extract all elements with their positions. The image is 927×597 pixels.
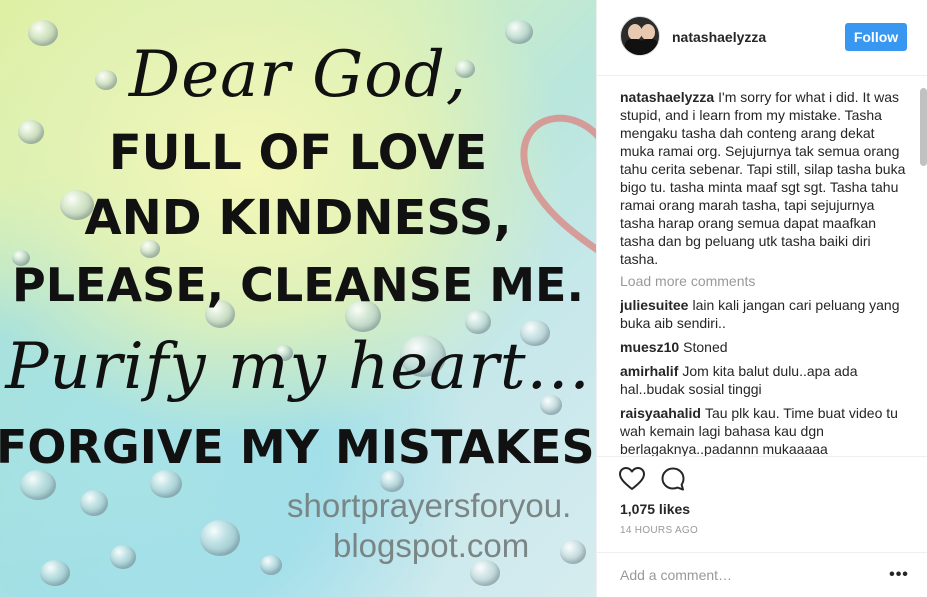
load-more-comments-link[interactable]: Load more comments [620,272,910,290]
comment-item: raisyaahalid Tau plk kau. Time buat video… [620,404,910,456]
caption-username[interactable]: natashaelyzza [620,89,714,105]
water-drop [560,540,586,564]
avatar-face [628,24,642,40]
quote-line-5: Purify my heart... [5,330,591,404]
quote-line-4: PLEASE, CLEANSE ME. [12,258,584,312]
quote-line-6: FORGIVE MY MISTAKES... [0,420,596,474]
comment-username[interactable]: amirhalif [620,363,678,379]
comment-item: amirhalif Jom kita balut dulu..apa ada ha… [620,362,910,398]
quote-line-3: AND KINDNESS, [84,190,512,246]
heart-outline-icon[interactable] [619,467,645,491]
water-drop [40,560,70,586]
avatar[interactable] [620,16,660,56]
comment-username[interactable]: juliesuitee [620,297,688,313]
caption-text: I'm sorry for what i did. It was stupid,… [620,89,906,267]
water-drop [200,520,240,556]
water-drop [80,490,108,516]
comment-text: Stoned [683,339,728,355]
water-drop [150,470,182,498]
add-comment-bar: ••• [597,552,927,597]
add-comment-input[interactable] [620,563,880,587]
avatar-face [641,24,655,40]
comments-list[interactable]: natashaelyzza I'm sorry for what i did. I… [620,88,910,456]
likes-count[interactable]: 1,075 likes [620,501,690,517]
username-link[interactable]: natashaelyzza [672,29,766,45]
comment-username[interactable]: raisyaahalid [620,405,701,421]
comment-bubble-icon[interactable] [661,467,685,491]
comment-username[interactable]: muesz10 [620,339,679,355]
watermark-line-1: shortprayersforyou. [287,487,572,524]
follow-button[interactable]: Follow [845,23,907,51]
post-actions: 1,075 likes 14 HOURS AGO [597,456,927,552]
avatar-body [640,39,658,55]
more-options-icon[interactable]: ••• [889,563,909,587]
watermark-line-2: blogspot.com [333,527,530,564]
water-drop [110,545,136,569]
caption: natashaelyzza I'm sorry for what i did. I… [620,88,910,268]
comment-item: juliesuitee lain kali jangan cari peluang… [620,296,910,332]
post-timestamp[interactable]: 14 HOURS AGO [620,525,698,536]
comment-item: muesz10 Stoned [620,338,910,356]
quote-line-2: FULL OF LOVE [108,125,488,181]
comments-scrollbar[interactable] [920,88,927,166]
post-header: natashaelyzza Follow [597,0,927,76]
post-sidebar: natashaelyzza Follow natashaelyzza I'm so… [596,0,927,597]
quote-line-1: Dear God, [128,38,468,112]
water-drop [20,470,56,500]
water-drop [260,555,282,575]
post-image: Dear God, FULL OF LOVE AND KINDNESS, PLE… [0,0,596,597]
